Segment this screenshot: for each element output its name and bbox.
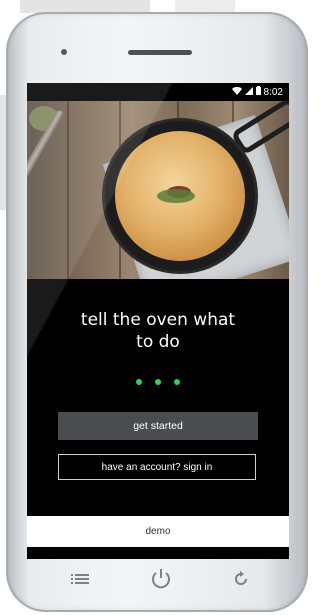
sign-in-button[interactable]: have an account? sign in <box>58 454 256 480</box>
phone-frame: 8:02 tell the oven what to do get starte… <box>6 12 308 612</box>
device-nav-bar <box>66 564 256 594</box>
earpiece-speaker <box>128 50 192 55</box>
battery-icon <box>255 86 261 98</box>
status-bar: 8:02 <box>27 83 289 101</box>
wifi-icon <box>231 86 242 98</box>
fork <box>27 109 65 265</box>
page-indicator <box>27 379 289 385</box>
app-screen: 8:02 tell the oven what to do get starte… <box>27 83 289 559</box>
menu-icon[interactable] <box>66 564 96 594</box>
tagline-line-1: tell the oven what <box>80 310 236 330</box>
herb-garnish <box>157 189 195 203</box>
get-started-button[interactable]: get started <box>58 412 258 440</box>
page-dot[interactable] <box>136 379 142 385</box>
front-camera <box>61 49 67 55</box>
tagline-line-2: to do <box>136 332 180 352</box>
status-time: 8:02 <box>263 86 283 98</box>
hero-image <box>27 101 289 279</box>
power-icon[interactable] <box>146 564 176 594</box>
refresh-icon[interactable] <box>226 564 256 594</box>
page-dot[interactable] <box>174 379 180 385</box>
demo-button[interactable]: demo <box>27 516 289 547</box>
signal-icon <box>244 86 253 98</box>
page-dot[interactable] <box>155 379 161 385</box>
onboarding-tagline: tell the oven what to do <box>27 309 289 353</box>
